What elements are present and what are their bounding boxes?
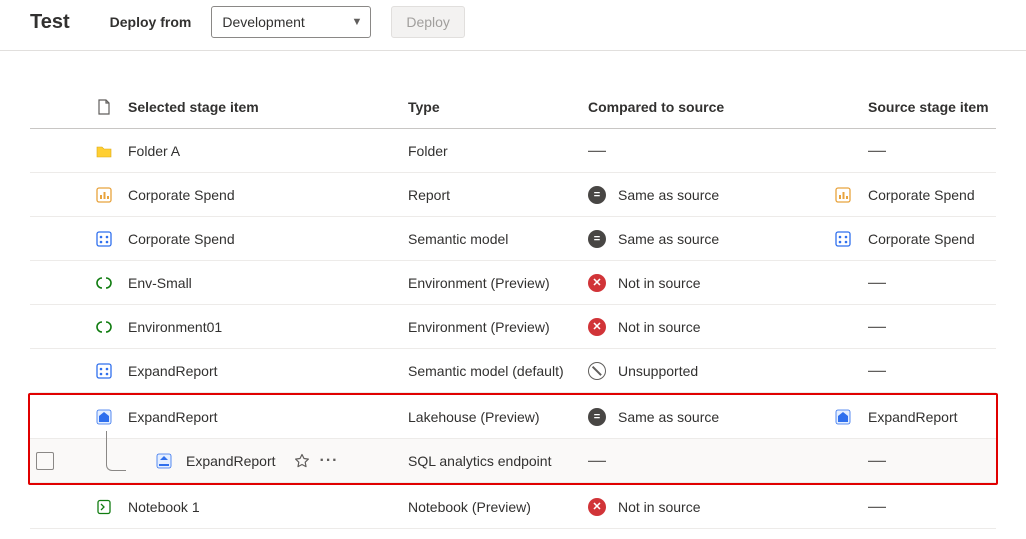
table-header: Selected stage item Type Compared to sou… — [30, 85, 996, 129]
compare-label: Unsupported — [618, 363, 698, 379]
status-same-icon: = — [588, 408, 606, 426]
col-selected-stage-item[interactable]: Selected stage item — [128, 99, 408, 115]
status-same-icon: = — [588, 230, 606, 248]
stage-header: Test Deploy from Development ▼ Deploy — [0, 0, 1026, 51]
status-not-in-source-icon: ✕ — [588, 318, 606, 336]
environment-icon — [96, 275, 112, 291]
item-type: Semantic model (default) — [408, 363, 588, 379]
highlighted-group: ExpandReport Lakehouse (Preview) = Same … — [28, 393, 998, 485]
file-icon — [96, 99, 112, 115]
source-dash: — — [868, 496, 885, 517]
item-type: Semantic model — [408, 231, 588, 247]
item-type: Environment (Preview) — [408, 319, 588, 335]
row-checkbox[interactable] — [36, 452, 54, 470]
deploy-source-value: Development — [222, 14, 305, 30]
chevron-down-icon: ▼ — [351, 16, 362, 28]
item-name: Corporate Spend — [128, 187, 235, 203]
compare-dash: — — [588, 140, 605, 161]
semantic-model-icon — [96, 363, 112, 379]
item-type: Environment (Preview) — [408, 275, 588, 291]
table-row[interactable]: Folder A Folder — — — [30, 129, 996, 173]
col-source-stage-item[interactable]: Source stage item — [868, 99, 996, 115]
deploy-source-select[interactable]: Development ▼ — [211, 6, 371, 38]
item-type: Report — [408, 187, 588, 203]
compare-dash: — — [588, 450, 605, 471]
item-name: Corporate Spend — [128, 231, 235, 247]
source-dash: — — [868, 316, 885, 337]
item-type: Notebook (Preview) — [408, 499, 588, 515]
item-name: Environment01 — [128, 319, 222, 335]
deploy-from-label: Deploy from — [110, 14, 192, 30]
source-dash: — — [868, 272, 885, 293]
semantic-model-icon — [835, 231, 851, 247]
folder-icon — [96, 143, 112, 159]
status-not-in-source-icon: ✕ — [588, 274, 606, 292]
stage-title: Test — [30, 11, 70, 34]
compare-label: Not in source — [618, 499, 700, 515]
source-dash: — — [868, 360, 885, 381]
item-type: SQL analytics endpoint — [408, 453, 588, 469]
status-same-icon: = — [588, 186, 606, 204]
environment-icon — [96, 319, 112, 335]
table-row[interactable]: Notebook 1 Notebook (Preview) ✕ Not in s… — [30, 485, 996, 529]
table-row[interactable]: Environment01 Environment (Preview) ✕ No… — [30, 305, 996, 349]
item-name: ExpandReport — [128, 409, 218, 425]
source-name: ExpandReport — [868, 409, 958, 425]
item-name: Folder A — [128, 143, 180, 159]
more-options-button[interactable]: ··· — [320, 452, 339, 470]
status-not-in-source-icon: ✕ — [588, 498, 606, 516]
lakehouse-icon — [835, 409, 851, 425]
table-row[interactable]: Env-Small Environment (Preview) ✕ Not in… — [30, 261, 996, 305]
report-icon — [96, 187, 112, 203]
item-name: ExpandReport — [186, 453, 276, 469]
item-name: Notebook 1 — [128, 499, 200, 515]
source-name: Corporate Spend — [868, 231, 975, 247]
table-row-child[interactable]: ExpandReport ··· SQL analytics endpoint … — [30, 439, 996, 483]
item-name: ExpandReport — [128, 363, 218, 379]
lakehouse-icon — [96, 409, 112, 425]
source-dash: — — [868, 140, 885, 161]
compare-label: Same as source — [618, 231, 719, 247]
table-row[interactable]: Corporate Spend Report = Same as source … — [30, 173, 996, 217]
sql-endpoint-icon — [156, 453, 172, 469]
status-unsupported-icon — [588, 362, 606, 380]
compare-label: Same as source — [618, 187, 719, 203]
favorite-button[interactable] — [294, 453, 310, 469]
table-row[interactable]: ExpandReport Lakehouse (Preview) = Same … — [30, 395, 996, 439]
col-compare[interactable]: Compared to source — [588, 99, 818, 115]
col-type[interactable]: Type — [408, 99, 588, 115]
semantic-model-icon — [96, 231, 112, 247]
table-row[interactable]: Corporate Spend Semantic model = Same as… — [30, 217, 996, 261]
deploy-button[interactable]: Deploy — [391, 6, 465, 38]
items-table: Selected stage item Type Compared to sou… — [30, 85, 996, 529]
table-row[interactable]: ExpandReport Semantic model (default) Un… — [30, 349, 996, 393]
compare-label: Not in source — [618, 319, 700, 335]
source-name: Corporate Spend — [868, 187, 975, 203]
item-type: Lakehouse (Preview) — [408, 409, 588, 425]
item-type: Folder — [408, 143, 588, 159]
report-icon — [835, 187, 851, 203]
compare-label: Not in source — [618, 275, 700, 291]
compare-label: Same as source — [618, 409, 719, 425]
item-name: Env-Small — [128, 275, 192, 291]
tree-connector — [106, 431, 126, 471]
source-dash: — — [868, 450, 885, 471]
notebook-icon — [96, 499, 112, 515]
